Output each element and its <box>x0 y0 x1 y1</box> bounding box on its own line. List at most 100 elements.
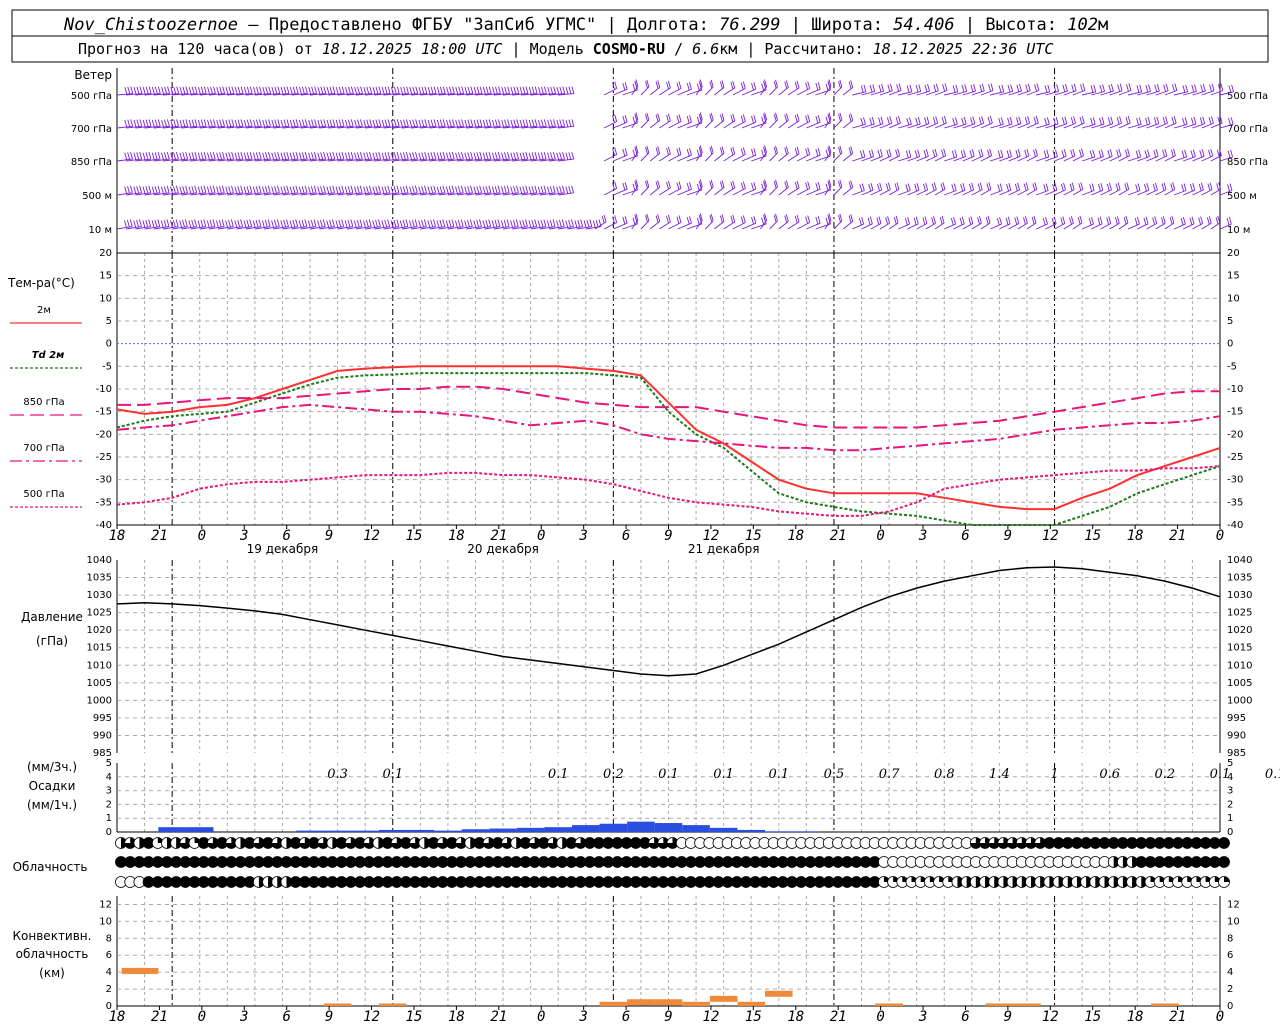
precip-amount-label: 0.1 <box>768 767 789 782</box>
temp-legend-label: Td 2м <box>32 350 65 361</box>
wind-barb-feather <box>136 86 140 94</box>
wind-barb-feather <box>1089 150 1093 158</box>
wind-barb-feather <box>676 82 680 90</box>
wind-barb-feather <box>455 152 459 160</box>
wind-barb-feather <box>1060 183 1064 192</box>
wind-barb-feather <box>207 87 211 95</box>
wind-barb-feather <box>255 219 259 228</box>
temp-ytick-left: -35 <box>96 497 112 508</box>
wind-barb-feather <box>467 119 471 127</box>
wind-barb-feather <box>547 152 550 160</box>
wind-barb-feather <box>568 186 572 194</box>
wind-barb-feather <box>329 152 333 160</box>
wind-barb-feather <box>366 152 370 160</box>
wind-barb-feather <box>987 149 990 157</box>
wind-barb-feather <box>592 220 596 228</box>
wind-barb-feather <box>655 114 659 122</box>
wind-barb-feather <box>366 119 370 127</box>
wind-barb-feather <box>550 119 553 127</box>
wind-barb-feather <box>961 216 965 224</box>
wind-barb-feather <box>510 87 514 95</box>
wind-barb-feather <box>1152 217 1156 225</box>
wind-barb-feather <box>308 87 312 95</box>
wind-barb-feather <box>335 87 339 95</box>
wind-barb-feather <box>549 219 553 228</box>
wind-barb-feather <box>145 86 149 94</box>
wind-barb-feather <box>696 217 700 225</box>
wind-barb-feather <box>614 215 618 223</box>
wind-barb <box>1017 222 1028 230</box>
wind-barb-feather <box>868 184 872 192</box>
wind-barb-feather <box>561 219 565 227</box>
wind-barb-feather <box>393 152 397 160</box>
wind-barb-feather <box>421 219 424 228</box>
x-tick-label: 18 <box>448 1009 465 1024</box>
wind-barb-feather <box>243 220 247 228</box>
wind-barb-feather <box>528 186 532 194</box>
wind-barb-feather <box>253 119 256 128</box>
wind-barb-feather <box>436 186 440 194</box>
wind-barb-feather <box>381 186 385 194</box>
wind-barb-feather <box>721 113 725 121</box>
wind-barb-feather <box>375 152 379 160</box>
svg-text:Прогноз на 120 часа(ов) от: Прогноз на 120 часа(ов) от 18.12.2025 18… <box>78 40 1053 58</box>
wind-barb <box>1072 222 1083 230</box>
pressure-ytick-right: 1040 <box>1227 555 1252 566</box>
wind-barb-feather <box>433 119 437 127</box>
wind-barb-feather <box>525 119 529 127</box>
wind-barb-feather <box>139 119 143 127</box>
wind-barb-feather <box>953 183 957 191</box>
wind-barb-feather <box>909 84 913 92</box>
wind-barb <box>980 222 991 230</box>
wind-barb-feather <box>997 184 1001 192</box>
wind-barb-feather <box>473 119 477 128</box>
wind-barb-feather <box>1014 183 1018 192</box>
wind-barb-feather <box>182 86 186 94</box>
wind-barb-feather <box>922 217 926 225</box>
wind-barb-feather <box>751 183 754 191</box>
wind-barb-feather <box>222 86 226 94</box>
wind-barb-feather <box>212 219 216 227</box>
wind-barb-feather <box>1000 149 1004 158</box>
wind-barb-feather <box>185 185 188 193</box>
wind-barb-feather <box>313 219 317 227</box>
wind-barb-feather <box>378 119 382 127</box>
wind-barb-feather <box>565 220 569 228</box>
wind-barb-feather <box>1194 84 1197 92</box>
wind-barb-feather <box>894 183 898 191</box>
wind-barb-feather <box>151 119 155 128</box>
wind-barb-feather <box>1060 217 1064 225</box>
wind-barb-feather <box>445 186 449 194</box>
wind-barb-feather <box>525 86 529 94</box>
temp-ytick-left: -30 <box>96 475 112 486</box>
wind-barb-feather <box>476 219 480 228</box>
x-tick-label: 6 <box>961 1009 969 1024</box>
wind-barb-feather <box>550 86 554 94</box>
wind-barb-feather <box>807 81 811 89</box>
wind-barb-feather <box>1079 215 1083 224</box>
wind-barb-feather <box>622 217 626 225</box>
wind-barb-feather <box>525 219 528 227</box>
wind-barb-feather <box>1025 182 1029 190</box>
wind-barb-feather <box>878 84 882 93</box>
wind-barb-feather <box>329 119 333 127</box>
wind-barb-feather <box>987 215 991 224</box>
wind-barb-feather <box>531 119 535 127</box>
wind-barb-feather <box>363 87 367 95</box>
precip-bar <box>571 825 600 832</box>
wind-barb-feather <box>231 86 235 94</box>
wind-barb-feather <box>387 119 391 127</box>
temp-ytick-right: -15 <box>1227 407 1243 418</box>
wind-barb-feather <box>338 152 342 160</box>
wind-barb-feather <box>534 119 538 127</box>
precip-bar <box>489 828 517 832</box>
pressure-ytick-right: 1005 <box>1227 678 1252 689</box>
wind-barb-feather <box>549 186 553 194</box>
wind-barb-feather <box>200 186 204 194</box>
wind-barb-feather <box>942 84 946 92</box>
wind-barb-feather <box>188 119 192 128</box>
wind-barb-feather <box>292 86 296 94</box>
wind-barb-feather <box>378 185 381 193</box>
precip-amount-label: 0.1 <box>713 767 734 782</box>
wind-barb-feather <box>476 186 480 194</box>
